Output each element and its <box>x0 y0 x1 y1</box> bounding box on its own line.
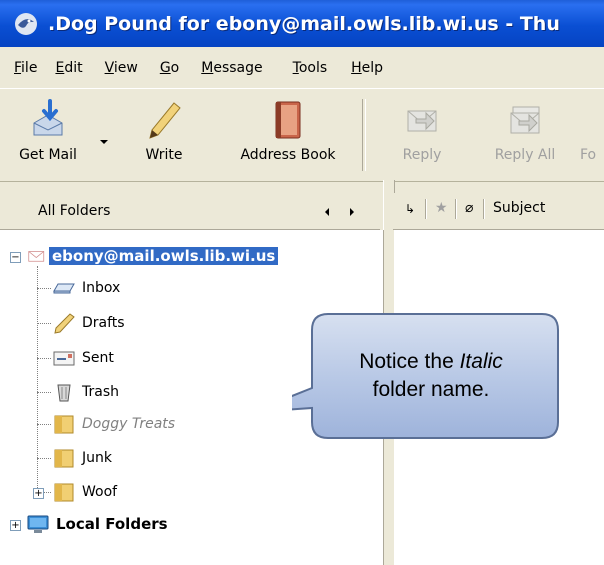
folder-doggy-treats[interactable]: Doggy Treats <box>52 410 175 438</box>
toolbar-separator <box>362 99 366 171</box>
write-button[interactable]: Write <box>134 89 194 181</box>
menu-help[interactable]: Help <box>351 60 383 76</box>
toolbar: Get Mail Write Address Book Reply Reply … <box>0 88 604 182</box>
folder-icon <box>54 415 74 434</box>
next-folder-view-icon[interactable] <box>350 208 354 216</box>
menu-tools[interactable]: Tools <box>293 60 328 76</box>
address-book-label: Address Book <box>240 147 336 163</box>
reply-all-label: Reply All <box>494 147 556 163</box>
get-mail-label: Get Mail <box>19 147 77 163</box>
account-row[interactable]: ebony@mail.owls.lib.wi.us <box>28 242 279 270</box>
menu-view[interactable]: View <box>105 60 138 76</box>
junk-folder-icon <box>54 449 74 468</box>
folder-label-trash: Trash <box>82 384 119 400</box>
inbox-icon <box>53 283 75 294</box>
reply-all-button[interactable]: Reply All <box>480 89 570 181</box>
folder-label-doggy-treats: Doggy Treats <box>82 416 176 432</box>
woof-folder-icon <box>54 483 74 502</box>
local-folders-label: Local Folders <box>56 515 168 533</box>
pencil-icon <box>149 102 181 139</box>
folder-drafts[interactable]: Drafts <box>52 309 125 337</box>
subject-column-header[interactable]: Subject <box>493 200 545 216</box>
reply-all-icon <box>510 106 540 134</box>
folder-junk[interactable]: Junk <box>52 444 112 472</box>
get-mail-button[interactable]: Get Mail <box>6 89 90 181</box>
address-book-icon <box>275 101 301 139</box>
menu-go[interactable]: Go <box>160 60 179 76</box>
menu-bar: File Edit View Go Message Tools Help <box>0 47 604 88</box>
folder-sent[interactable]: Sent <box>52 344 114 372</box>
reply-label: Reply <box>402 147 442 163</box>
trash-icon <box>57 384 71 402</box>
menu-file[interactable]: File <box>14 60 37 76</box>
reply-button[interactable]: Reply <box>390 89 454 181</box>
callout-text: Notice the Italic folder name. <box>359 350 503 401</box>
folder-pane-header[interactable]: All Folders <box>0 193 380 230</box>
folder-trash[interactable]: Trash <box>52 378 119 406</box>
folder-woof[interactable]: Woof <box>52 478 117 506</box>
forward-label: Fo <box>580 147 597 163</box>
get-mail-icon <box>33 99 63 136</box>
thunderbird-icon <box>15 12 37 35</box>
account-name: ebony@mail.owls.lib.wi.us <box>49 247 279 265</box>
write-label: Write <box>145 147 183 163</box>
drafts-pencil-icon <box>54 313 75 334</box>
reply-icon <box>407 110 437 132</box>
window-title: .Dog Pound for ebony@mail.owls.lib.wi.us… <box>48 12 560 35</box>
thread-column-header: ↳ ★ ⌀ Subject <box>393 193 604 230</box>
folder-label-junk: Junk <box>82 450 112 466</box>
sent-icon <box>53 351 75 366</box>
thread-column-icon[interactable]: ↳ <box>405 202 415 216</box>
folder-label-sent: Sent <box>82 350 114 366</box>
local-folders-row[interactable]: Local Folders <box>26 510 168 538</box>
star-column-icon[interactable]: ★ <box>435 200 448 216</box>
attachment-column-icon[interactable]: ⌀ <box>465 200 473 216</box>
folder-label-drafts: Drafts <box>82 315 125 331</box>
folder-label-woof: Woof <box>82 484 118 500</box>
forward-button[interactable]: Fo <box>580 89 604 181</box>
title-bar: .Dog Pound for ebony@mail.owls.lib.wi.us… <box>0 0 604 47</box>
folder-inbox[interactable]: Inbox <box>52 274 120 302</box>
get-mail-dropdown-arrow[interactable] <box>100 140 108 144</box>
woof-expand-toggle[interactable]: + <box>33 488 44 499</box>
menu-message[interactable]: Message <box>201 60 262 76</box>
address-book-button[interactable]: Address Book <box>224 89 352 181</box>
local-folders-expand-toggle[interactable]: + <box>10 520 21 531</box>
prev-folder-view-icon[interactable] <box>325 208 329 216</box>
envelope-icon <box>28 251 45 262</box>
menu-edit[interactable]: Edit <box>55 60 82 76</box>
folder-label-inbox: Inbox <box>82 280 121 296</box>
folder-pane-title: All Folders <box>38 203 111 219</box>
computer-icon <box>27 515 49 533</box>
account-collapse-toggle[interactable]: − <box>10 252 21 263</box>
